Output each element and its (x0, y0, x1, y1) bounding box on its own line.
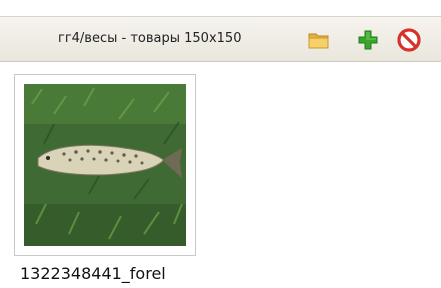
thumbnail-caption: 1322348441_forel (20, 264, 166, 283)
plus-icon (358, 30, 378, 50)
thumbnail-card[interactable] (14, 74, 196, 256)
toolbar: гг4/весы - товары 150х150 (0, 16, 441, 62)
folder-icon (308, 33, 329, 49)
delete-button[interactable] (396, 27, 422, 53)
folder-button[interactable] (306, 27, 332, 53)
add-button[interactable] (355, 27, 381, 53)
toolbar-title: гг4/весы - товары 150х150 (58, 31, 242, 46)
forbidden-icon (397, 28, 421, 52)
gallery-area: 1322348441_forel (0, 62, 441, 288)
top-margin (0, 0, 441, 16)
fish-thumbnail-image (24, 84, 186, 246)
